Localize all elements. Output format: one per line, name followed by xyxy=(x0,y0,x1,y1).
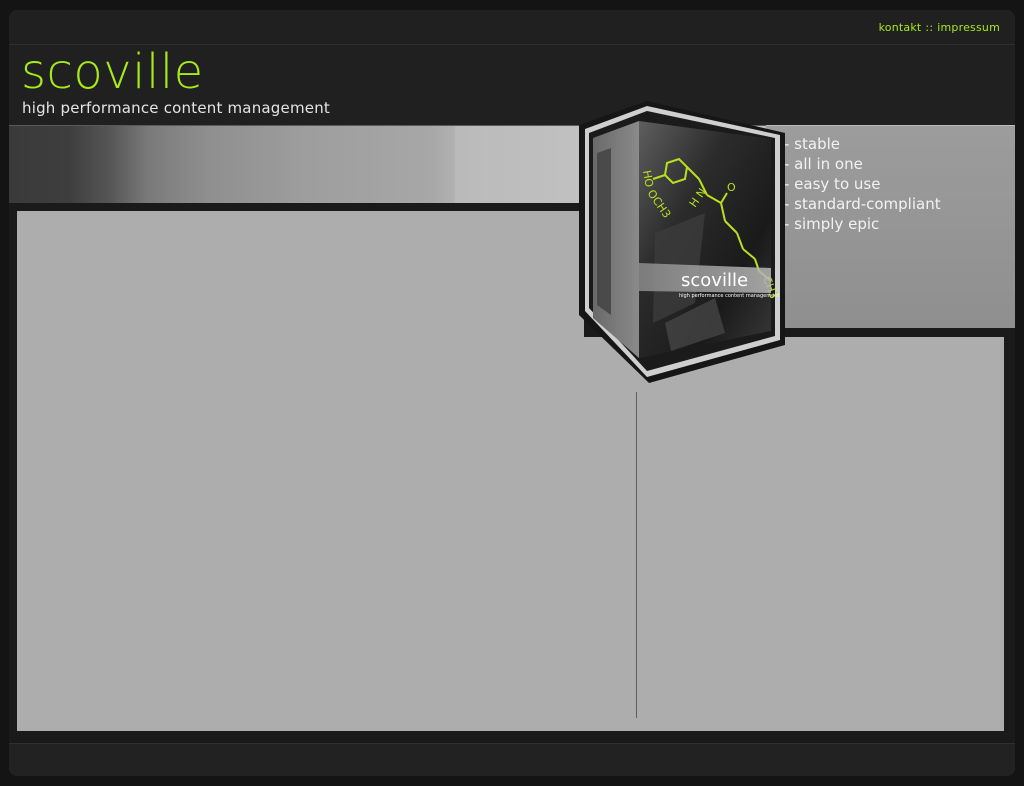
feature-item: - standard-compliant xyxy=(784,195,941,213)
footer-bar xyxy=(9,743,1015,776)
box-brand-text: scoville xyxy=(681,270,748,291)
site-logo[interactable]: scoville xyxy=(21,48,204,96)
contact-link[interactable]: kontakt xyxy=(879,21,922,34)
box-side-panel xyxy=(597,148,611,315)
site-tagline: high performance content management xyxy=(22,99,330,117)
product-box-image: HO OCH3 H N O CH3 scoville high performa… xyxy=(579,101,785,383)
column-divider xyxy=(636,392,637,718)
feature-item: - simply epic xyxy=(784,215,880,233)
feature-item: - easy to use xyxy=(784,175,881,193)
box-subtitle-text: high performance content management xyxy=(679,293,779,299)
main-content-area xyxy=(17,211,584,731)
molecule-label: O xyxy=(727,181,736,194)
top-bar: kontakt:: impressum xyxy=(9,10,1015,45)
top-links: kontakt:: impressum xyxy=(879,21,1000,34)
feature-item: - all in one xyxy=(784,155,863,173)
feature-list: - stable - all in one - easy to use - st… xyxy=(784,134,941,234)
feature-item: - stable xyxy=(784,135,840,153)
imprint-link[interactable]: impressum xyxy=(937,21,1000,34)
link-separator: :: xyxy=(925,21,934,34)
side-content-area xyxy=(579,337,1004,731)
page-frame: kontakt:: impressum scoville high perform… xyxy=(9,10,1015,776)
